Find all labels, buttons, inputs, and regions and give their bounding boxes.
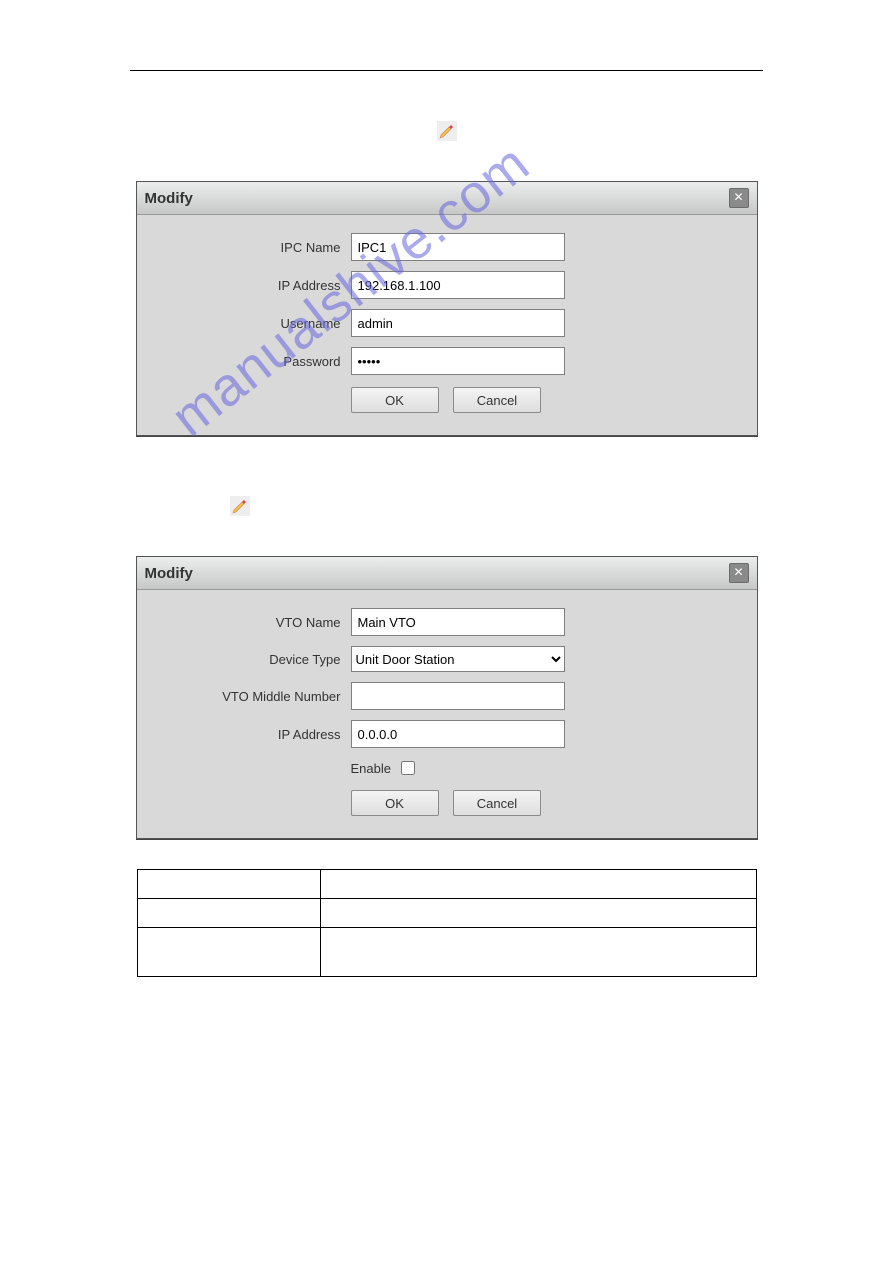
- device-type-select[interactable]: Unit Door Station: [351, 646, 565, 672]
- vto-name-label: VTO Name: [161, 615, 351, 630]
- close-icon[interactable]: ✕: [729, 563, 749, 583]
- password-label: Password: [161, 354, 351, 369]
- edit-icon: [437, 121, 457, 141]
- username-input[interactable]: [351, 309, 565, 337]
- table-cell: [137, 870, 320, 899]
- modify-ipc-dialog: Modify ✕ IPC Name IP Address Username Pa…: [136, 181, 758, 436]
- dialog-header: Modify ✕: [137, 557, 757, 590]
- vto-middle-number-label: VTO Middle Number: [161, 689, 351, 704]
- horizontal-rule: [130, 70, 763, 71]
- close-icon[interactable]: ✕: [729, 188, 749, 208]
- device-type-label: Device Type: [161, 652, 351, 667]
- vto-middle-number-input[interactable]: [351, 682, 565, 710]
- ip-address-input[interactable]: [351, 720, 565, 748]
- enable-checkbox[interactable]: [401, 761, 415, 775]
- ip-address-label: IP Address: [161, 727, 351, 742]
- dialog-title: Modify: [145, 565, 193, 582]
- parameter-table: [137, 869, 757, 977]
- table-cell: [137, 928, 320, 977]
- ip-address-input[interactable]: [351, 271, 565, 299]
- dialog-title: Modify: [145, 190, 193, 207]
- enable-label: Enable: [351, 761, 391, 776]
- password-input[interactable]: [351, 347, 565, 375]
- ok-button[interactable]: OK: [351, 790, 439, 816]
- cancel-button[interactable]: Cancel: [453, 790, 541, 816]
- dialog-header: Modify ✕: [137, 182, 757, 215]
- vto-name-input[interactable]: [351, 608, 565, 636]
- modify-vto-dialog: Modify ✕ VTO Name Device Type Unit Door …: [136, 556, 758, 839]
- ipc-name-label: IPC Name: [161, 240, 351, 255]
- table-cell: [320, 928, 756, 977]
- edit-icon: [230, 496, 250, 516]
- ok-button[interactable]: OK: [351, 387, 439, 413]
- username-label: Username: [161, 316, 351, 331]
- ip-address-label: IP Address: [161, 278, 351, 293]
- table-cell: [320, 899, 756, 928]
- table-cell: [137, 899, 320, 928]
- ipc-name-input[interactable]: [351, 233, 565, 261]
- cancel-button[interactable]: Cancel: [453, 387, 541, 413]
- table-cell: [320, 870, 756, 899]
